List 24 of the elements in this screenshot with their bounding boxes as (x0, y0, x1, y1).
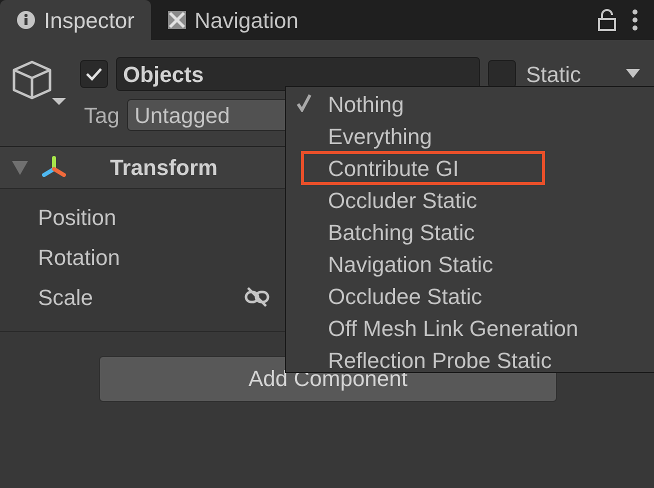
info-icon (16, 10, 36, 30)
menu-item[interactable]: Navigation Static (286, 248, 654, 280)
component-title: Transform (110, 154, 218, 182)
menu-item[interactable]: Contribute GI (302, 152, 544, 184)
static-label: Static (526, 60, 582, 88)
menu-item[interactable]: Occluder Static (286, 184, 654, 216)
static-checkbox[interactable] (488, 60, 516, 88)
menu-item[interactable]: Batching Static (286, 216, 654, 248)
dropdown-arrow-icon (626, 69, 640, 79)
tag-label: Tag (84, 102, 120, 130)
unlinked-chain-icon[interactable] (244, 287, 270, 307)
check-icon (85, 67, 103, 81)
more-icon[interactable] (632, 9, 638, 31)
menu-item[interactable]: Occludee Static (286, 280, 654, 312)
tab[interactable]: Inspector (0, 0, 150, 40)
active-checkbox[interactable] (80, 60, 108, 88)
name-field[interactable]: Objects (116, 57, 480, 91)
check-icon (296, 94, 312, 112)
field-label: Position (38, 204, 116, 232)
lock-icon[interactable] (598, 9, 616, 31)
field-label: Scale (38, 284, 94, 312)
menu-item[interactable]: Off Mesh Link Generation (286, 312, 654, 344)
cube-icon[interactable] (12, 58, 68, 108)
field-label: Rotation (38, 244, 120, 272)
